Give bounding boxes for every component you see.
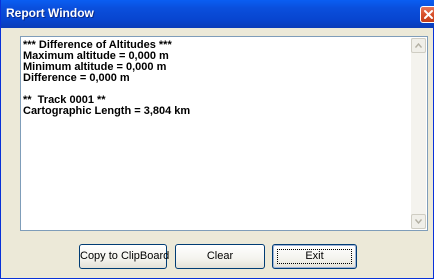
close-icon <box>424 10 433 19</box>
window-title: Report Window <box>6 6 94 20</box>
scroll-down-button[interactable] <box>411 214 426 229</box>
title-bar[interactable]: Report Window <box>1 0 434 28</box>
report-text[interactable]: *** Difference of Altitudes *** Maximum … <box>23 40 190 117</box>
focus-ring <box>277 249 352 264</box>
report-window: Report Window *** Difference of Altitude… <box>0 0 434 279</box>
report-textarea[interactable]: *** Difference of Altitudes *** Maximum … <box>20 36 428 231</box>
vertical-scrollbar[interactable] <box>411 38 426 229</box>
arrow-down-icon <box>415 219 422 224</box>
scroll-up-button[interactable] <box>411 38 426 53</box>
exit-button[interactable]: Exit <box>272 244 357 269</box>
arrow-up-icon <box>415 43 422 48</box>
close-button[interactable] <box>420 6 434 23</box>
copy-to-clipboard-button[interactable]: Copy to ClipBoard <box>79 244 169 269</box>
clear-button[interactable]: Clear <box>175 244 265 269</box>
